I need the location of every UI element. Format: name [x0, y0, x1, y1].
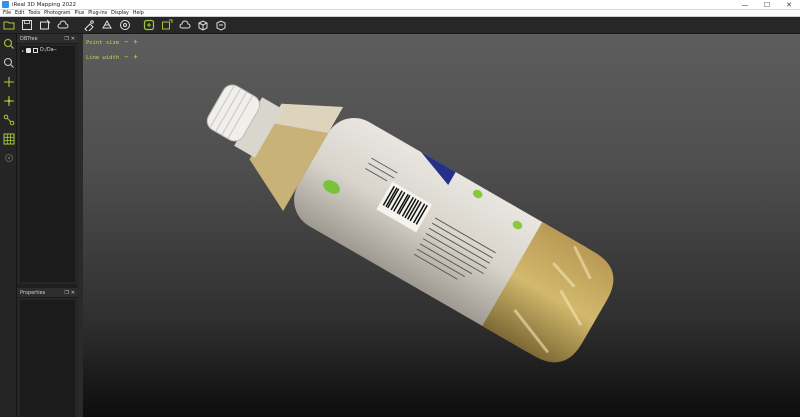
maximize-button[interactable]: ☐: [758, 0, 776, 10]
save-icon: [22, 20, 32, 30]
cloud-mesh-button[interactable]: [176, 17, 194, 34]
zoom-region-icon: [3, 57, 14, 68]
main-toolbar: [0, 17, 800, 34]
menu-plug-ins[interactable]: Plug-ins: [88, 10, 107, 17]
close-icon[interactable]: ✕: [71, 290, 75, 296]
dbtree-controls: ❐ ✕: [64, 36, 75, 42]
target-button[interactable]: [116, 17, 134, 34]
settings-icon: [4, 153, 13, 162]
close-button[interactable]: ✕: [780, 0, 798, 10]
properties-controls: ❐ ✕: [64, 290, 75, 296]
window-title: iReal 3D Mapping 2022: [12, 1, 76, 8]
settings-button[interactable]: [0, 148, 17, 167]
clean-points-icon: [84, 20, 94, 31]
zoom-region-button[interactable]: [0, 53, 17, 72]
minimize-button[interactable]: —: [736, 0, 754, 10]
mesh-tool-icon: [102, 19, 112, 29]
clean-points-button[interactable]: [80, 17, 98, 34]
menu-photogram[interactable]: Photogram: [44, 10, 70, 17]
connect-points-icon: [3, 114, 14, 125]
tree-item-label: D:/Da─: [40, 47, 57, 53]
float-icon[interactable]: ❐: [64, 290, 68, 296]
tree-item[interactable]: ▸ D:/Da─: [20, 46, 75, 54]
add-point-icon: [3, 76, 14, 87]
cloud-icon: [57, 20, 69, 29]
cloud-button[interactable]: [54, 17, 72, 34]
dbtree-panel: DBTree ❐ ✕ ▸ D:/Da─: [17, 34, 78, 284]
import-images-button[interactable]: [36, 17, 54, 34]
mesh-tool-button[interactable]: [98, 17, 116, 34]
properties-body: [20, 300, 75, 417]
menu-plus[interactable]: Plus: [74, 10, 84, 17]
properties-title: Properties: [20, 289, 46, 296]
dbtree-title: DBTree: [20, 35, 38, 42]
close-icon[interactable]: ✕: [71, 36, 75, 42]
texture-sync-button[interactable]: [158, 17, 176, 34]
cube-export-button[interactable]: [194, 17, 212, 34]
target-icon: [120, 20, 130, 30]
folder-icon: [33, 47, 39, 53]
move-point-button[interactable]: [0, 91, 17, 110]
scanned-bottle-model: [206, 84, 614, 363]
dbtree-body[interactable]: ▸ D:/Da─: [20, 46, 75, 282]
properties-header: Properties ❐ ✕: [17, 288, 78, 298]
cube-merge-button[interactable]: [212, 17, 230, 34]
title-bar: iReal 3D Mapping 2022 — ☐ ✕: [0, 0, 800, 10]
3d-viewport[interactable]: Point size − + Line width − +: [83, 34, 800, 417]
texture-mapping-icon: [143, 19, 155, 31]
cube-merge-icon: [216, 20, 226, 31]
menu-tools[interactable]: Tools: [28, 10, 40, 17]
save-button[interactable]: [18, 17, 36, 34]
left-toolbar: [0, 34, 17, 417]
menu-help[interactable]: Help: [133, 10, 144, 17]
add-point-button[interactable]: [0, 72, 17, 91]
menu-edit[interactable]: Edit: [15, 10, 24, 17]
import-images-icon: [40, 19, 51, 30]
grid-button[interactable]: [0, 129, 17, 148]
checkbox[interactable]: [26, 47, 32, 53]
properties-panel: Properties ❐ ✕: [17, 288, 78, 417]
open-folder-button[interactable]: [0, 17, 18, 34]
dbtree-header: DBTree ❐ ✕: [17, 34, 78, 44]
app-logo-icon: [2, 1, 9, 8]
expand-arrow-icon[interactable]: ▸: [22, 48, 24, 53]
menu-file[interactable]: File: [3, 10, 11, 17]
connect-points-button[interactable]: [0, 110, 17, 129]
cube-export-icon: [198, 20, 208, 31]
menu-display[interactable]: Display: [111, 10, 129, 17]
grid-icon: [3, 133, 14, 144]
texture-mapping-button[interactable]: [140, 17, 158, 34]
texture-sync-icon: [162, 19, 173, 30]
move-point-icon: [3, 95, 14, 106]
cloud-mesh-icon: [179, 20, 191, 29]
zoom-button[interactable]: [0, 34, 17, 53]
zoom-icon: [3, 38, 14, 49]
open-folder-icon: [3, 21, 15, 30]
float-icon[interactable]: ❐: [64, 36, 68, 42]
